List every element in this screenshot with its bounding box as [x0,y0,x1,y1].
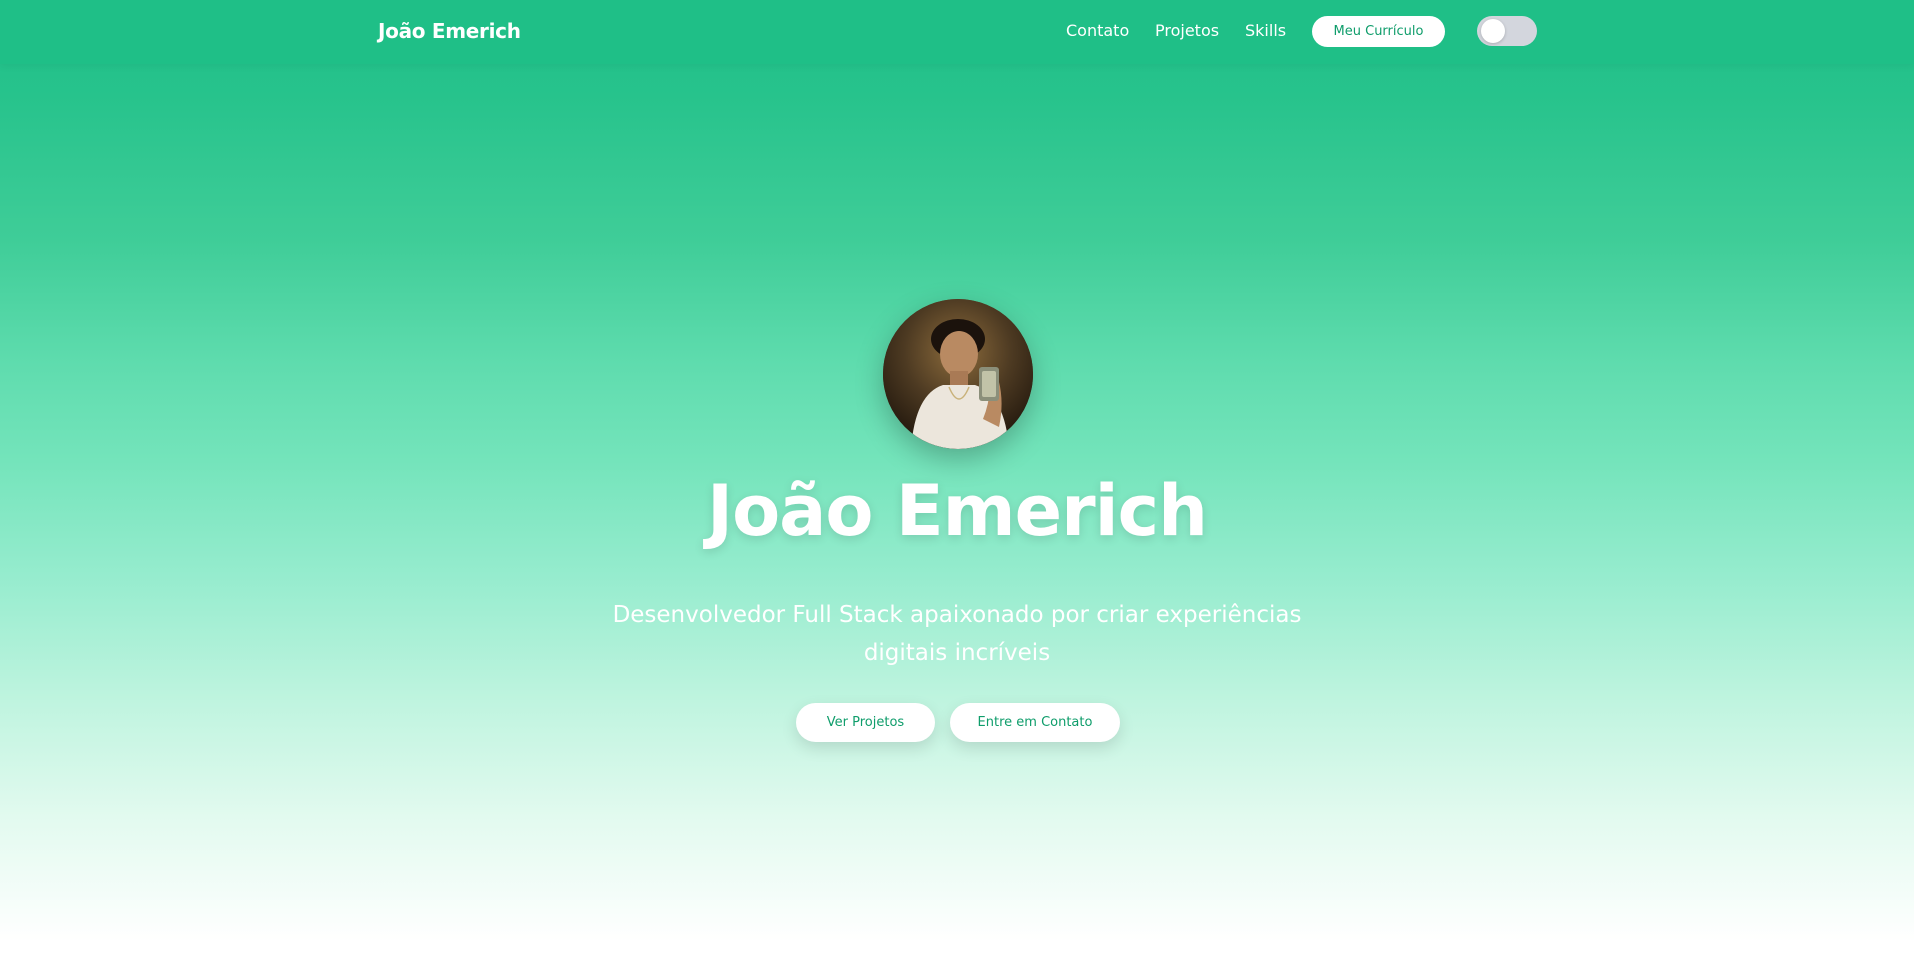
resume-button[interactable]: Meu Currículo [1312,16,1445,47]
nav-link-contato[interactable]: Contato [1066,21,1129,40]
navbar: João Emerich Contato Projetos Skills Meu… [0,0,1914,64]
contact-button[interactable]: Entre em Contato [950,703,1120,742]
view-projects-button[interactable]: Ver Projetos [796,703,935,742]
profile-photo-icon [883,299,1033,449]
hero-title: João Emerich [707,470,1208,552]
brand-logo-text[interactable]: João Emerich [378,19,521,43]
theme-toggle-switch[interactable] [1477,16,1537,46]
nav-link-skills[interactable]: Skills [1245,21,1286,40]
profile-avatar [883,299,1033,449]
nav-link-projetos[interactable]: Projetos [1155,21,1219,40]
toggle-knob [1481,19,1505,43]
hero-subtitle: Desenvolvedor Full Stack apaixonado por … [612,602,1302,666]
